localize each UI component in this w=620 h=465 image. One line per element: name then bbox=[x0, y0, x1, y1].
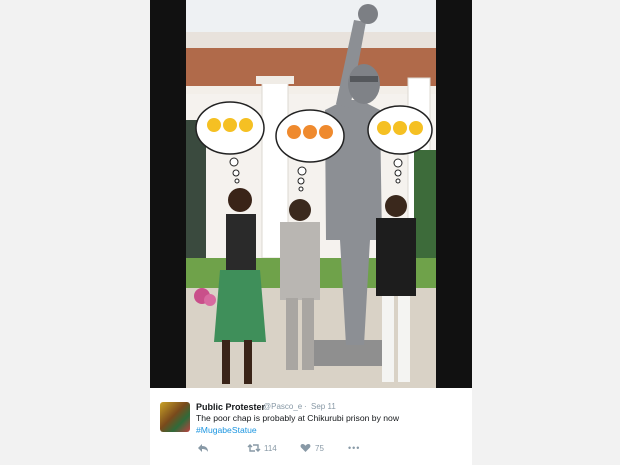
tweet-photo[interactable] bbox=[150, 0, 472, 388]
retweet-icon[interactable] bbox=[247, 443, 261, 455]
hashtag-link[interactable]: #MugabeStatue bbox=[196, 425, 257, 435]
author-handle[interactable]: @Pasco_e bbox=[263, 402, 302, 411]
more-icon[interactable]: ••• bbox=[348, 443, 360, 453]
tweet-card: Public Protester @Pasco_e · Sep 11 The p… bbox=[150, 0, 472, 465]
separator: · bbox=[304, 402, 307, 411]
author-name[interactable]: Public Protester bbox=[196, 402, 265, 412]
like-count: 75 bbox=[315, 444, 324, 453]
reply-icon[interactable] bbox=[197, 443, 209, 455]
avatar[interactable] bbox=[160, 402, 190, 432]
tweet-body: Public Protester @Pasco_e · Sep 11 The p… bbox=[150, 388, 472, 465]
heart-icon[interactable] bbox=[300, 443, 311, 455]
tweet-text: The poor chap is probably at Chikurubi p… bbox=[196, 413, 400, 423]
retweet-count: 114 bbox=[264, 444, 277, 453]
timestamp[interactable]: Sep 11 bbox=[311, 402, 336, 411]
